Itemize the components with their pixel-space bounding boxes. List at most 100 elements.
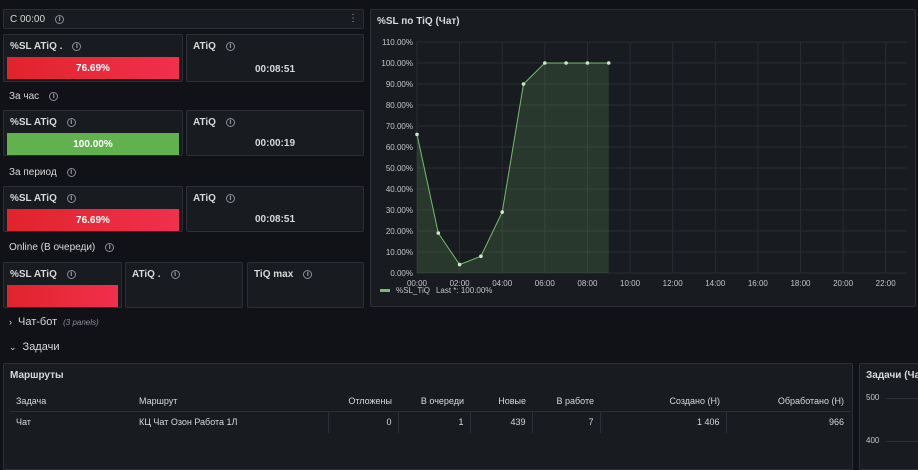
- column-header[interactable]: Отложены: [328, 391, 398, 412]
- tasks-chart-panel[interactable]: Задачи (Ча 500 400: [859, 363, 918, 470]
- panel-title: TiQ max: [254, 269, 294, 280]
- column-header[interactable]: Новые: [470, 391, 532, 412]
- atiq-value: 00:00:19: [254, 138, 296, 149]
- y-tick-label: 30.00%: [386, 206, 413, 215]
- info-icon[interactable]: i: [66, 168, 76, 177]
- x-tick-label: 08:00: [577, 279, 598, 288]
- atiq-panel-2[interactable]: ATiQ i 00:00:19: [186, 110, 364, 156]
- table-cell: 439: [470, 411, 533, 433]
- info-icon[interactable]: i: [49, 92, 59, 101]
- x-tick-label: 04:00: [492, 279, 513, 288]
- column-header[interactable]: Задача: [10, 391, 133, 412]
- column-header[interactable]: В очереди: [398, 391, 470, 412]
- panel-title: %SL ATiQ: [10, 117, 57, 128]
- row-label-text: Online (В очереди): [9, 242, 96, 253]
- data-point: [457, 262, 462, 267]
- y-tick-label: 10.00%: [386, 248, 413, 257]
- panel-title: ATiQ .: [132, 269, 161, 280]
- y-tick-label: 60.00%: [386, 143, 413, 152]
- section-tasks-header[interactable]: ⌄ Задачи: [9, 341, 59, 353]
- sl-value: 76.69%: [76, 214, 110, 226]
- y-tick-label: 400: [866, 436, 880, 445]
- panel-title: %SL ATiQ .: [10, 41, 63, 52]
- atiq-value: 00:08:51: [254, 214, 296, 225]
- info-icon[interactable]: i: [225, 118, 235, 127]
- table-cell: Чат: [16, 417, 31, 428]
- column-header[interactable]: В работе: [532, 391, 600, 412]
- x-tick-label: 20:00: [833, 279, 854, 288]
- routes-title: Маршруты: [10, 370, 64, 381]
- sl-tiq-chart[interactable]: 0.00% 10.00% 20.00% 30.00% 40.00% 50.00% 60.00…: [371, 10, 917, 308]
- info-icon[interactable]: i: [55, 15, 65, 24]
- table-row[interactable]: Чат КЦ Чат Озон Работа 1Л 0 1 439 7 1 40…: [10, 411, 850, 433]
- online-tiq-max-panel[interactable]: TiQ max i: [247, 262, 364, 308]
- panel-title: %SL ATiQ: [10, 193, 57, 204]
- atiq-panel-3[interactable]: ATiQ i 00:08:51: [186, 186, 364, 232]
- legend-last-value: Last *: 100.00%: [435, 286, 493, 295]
- y-tick-label: 500: [866, 393, 880, 402]
- routes-panel[interactable]: Маршруты Задача Маршрут Отложены В очере…: [3, 363, 853, 470]
- info-icon[interactable]: i: [225, 194, 235, 203]
- legend-swatch: [380, 289, 390, 292]
- info-icon[interactable]: i: [225, 42, 235, 51]
- x-tick-label: 06:00: [535, 279, 556, 288]
- y-tick-label: 110.00%: [382, 38, 413, 47]
- y-tick-label: 70.00%: [386, 122, 413, 131]
- data-point: [606, 61, 611, 65]
- section-panel-count: (3 panels): [63, 317, 99, 327]
- data-point: [521, 82, 526, 86]
- column-header[interactable]: Обработано (Н): [726, 391, 850, 412]
- data-point: [500, 210, 505, 214]
- sl-tiq-chart-panel[interactable]: %SL по TiQ (Чат) 0.00% 10.00% 20.00% 30.00%…: [370, 9, 916, 307]
- table-cell: 1: [398, 411, 471, 433]
- menu-kebab-icon[interactable]: ⋮: [347, 13, 359, 25]
- table-header-row: Задача Маршрут Отложены В очереди Новые …: [10, 391, 850, 412]
- info-icon[interactable]: i: [72, 42, 82, 51]
- table-cell: 0: [328, 411, 399, 433]
- legend-series-name: %SL_TiQ: [396, 286, 430, 295]
- row-label-online: Online (В очереди) i: [9, 242, 115, 253]
- section-name: Задачи: [22, 341, 60, 353]
- info-icon[interactable]: i: [170, 270, 180, 279]
- info-icon[interactable]: i: [66, 118, 76, 127]
- data-point: [543, 61, 547, 65]
- sl-value-bar: 76.69%: [7, 57, 179, 79]
- y-tick-label: 0.00%: [390, 269, 413, 278]
- x-tick-label: 22:00: [876, 279, 897, 288]
- panel-title: ATiQ: [193, 41, 216, 52]
- info-icon[interactable]: i: [105, 243, 115, 252]
- sl-atiq-panel-3[interactable]: %SL ATiQ i 76.69%: [3, 186, 183, 232]
- panel-title: ATiQ: [193, 117, 216, 128]
- info-icon[interactable]: i: [66, 194, 76, 203]
- sl-value: 76.69%: [76, 62, 110, 74]
- y-tick-label: 80.00%: [386, 101, 413, 110]
- online-atiq-panel[interactable]: ATiQ . i: [125, 262, 243, 308]
- sl-value-bar: [7, 285, 118, 307]
- panel-title: ATiQ: [193, 193, 216, 204]
- sl-atiq-panel-1[interactable]: %SL ATiQ . i 76.69%: [3, 34, 183, 82]
- data-point: [564, 61, 568, 65]
- sl-value-bar: 76.69%: [7, 209, 179, 231]
- atiq-panel-1[interactable]: ATiQ i 00:08:51: [186, 34, 364, 82]
- row-label-text: За час: [9, 91, 40, 102]
- y-tick-label: 40.00%: [386, 185, 413, 194]
- routes-table: Задача Маршрут Отложены В очереди Новые …: [10, 391, 850, 433]
- y-tick-label: 90.00%: [386, 80, 413, 89]
- section-chatbot-header[interactable]: › Чат-бот (3 panels): [9, 316, 99, 328]
- column-header[interactable]: Создано (Н): [600, 391, 726, 412]
- info-icon[interactable]: i: [66, 270, 76, 279]
- gridline: [886, 441, 918, 442]
- chart-legend[interactable]: %SL_TiQ Last *: 100.00%: [380, 286, 492, 295]
- gridline: [886, 398, 918, 399]
- column-header[interactable]: Маршрут: [133, 391, 328, 412]
- tasks-chart-title: Задачи (Ча: [866, 370, 918, 381]
- online-sl-panel[interactable]: %SL ATiQ i: [3, 262, 122, 308]
- info-icon[interactable]: i: [303, 270, 313, 279]
- sl-atiq-panel-2[interactable]: %SL ATiQ i 100.00%: [3, 110, 183, 156]
- x-tick-label: 16:00: [748, 279, 769, 288]
- x-tick-label: 10:00: [620, 279, 641, 288]
- data-point: [436, 231, 441, 235]
- data-point: [479, 254, 483, 258]
- chevron-down-icon: ⌄: [9, 341, 17, 352]
- row-label-period: За период i: [9, 167, 76, 178]
